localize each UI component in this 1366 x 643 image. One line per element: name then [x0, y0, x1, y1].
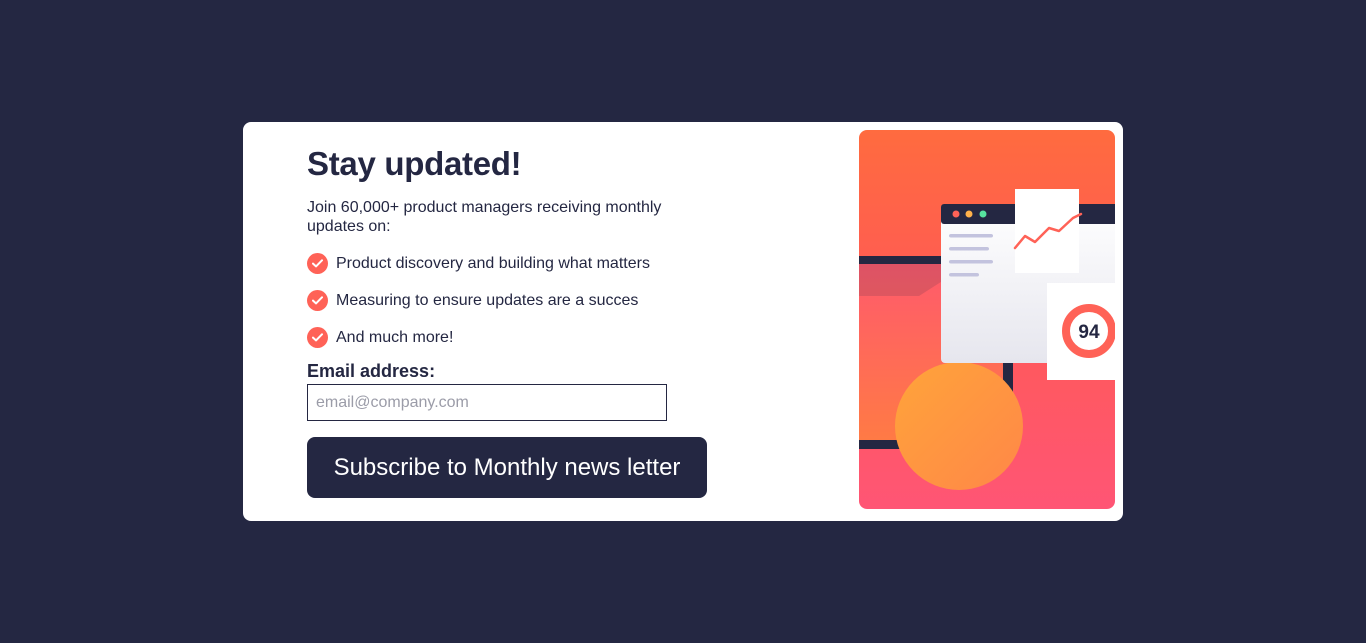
hero-illustration: 94 — [859, 130, 1115, 509]
email-label: Email address: — [307, 361, 436, 381]
email-field[interactable] — [307, 384, 667, 421]
benefit-label: Measuring to ensure updates are a succes — [336, 291, 639, 309]
signup-content: Stay updated! Join 60,000+ product manag… — [307, 144, 727, 498]
score-value: 94 — [1078, 322, 1100, 343]
check-icon — [307, 327, 328, 348]
list-item: Measuring to ensure updates are a succes — [307, 290, 727, 311]
check-icon — [307, 290, 328, 311]
page-title: Stay updated! — [307, 145, 522, 182]
benefit-label: And much more! — [336, 328, 454, 346]
score-gauge-icon: 94 — [1047, 283, 1115, 380]
list-item: And much more! — [307, 327, 727, 348]
signup-card: Stay updated! Join 60,000+ product manag… — [243, 122, 1123, 521]
line-chart-icon — [1013, 189, 1083, 273]
check-icon — [307, 253, 328, 274]
intro-text: Join 60,000+ product managers receiving … — [307, 199, 662, 235]
benefit-label: Product discovery and building what matt… — [336, 254, 650, 272]
benefits-list: Product discovery and building what matt… — [307, 253, 727, 348]
subscribe-button[interactable]: Subscribe to Monthly news letter — [307, 437, 707, 498]
dashboard-illustration: 94 — [859, 189, 1115, 490]
list-item: Product discovery and building what matt… — [307, 253, 727, 274]
